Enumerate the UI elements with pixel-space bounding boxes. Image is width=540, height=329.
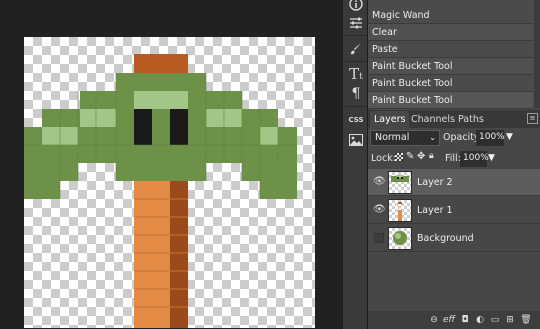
eye-icon[interactable]: 👁︎ [373,205,386,215]
layer-row[interactable]: Background [368,225,540,252]
brush-settings-icon[interactable] [343,37,369,61]
trunk-shade [170,180,188,328]
layer-name[interactable]: Background [417,225,474,252]
paragraph-icon[interactable]: ¶ [343,82,369,106]
history-item[interactable]: Paint Bucket Tool [368,58,533,75]
layer-row[interactable]: 👁︎ Layer 2 [368,169,540,196]
visibility-toggle[interactable] [374,233,384,243]
trash-icon[interactable]: 🗑︎ [520,314,532,326]
leaf-highlight-top [134,91,188,109]
panel-tool-strip: Tt ¶ CSS [342,0,368,329]
layer-thumbnail [388,171,412,194]
tool-separator [345,35,367,36]
leaf-stem-right [260,181,297,199]
layer-thumbnail [388,199,412,222]
eye-icon[interactable]: 👁︎ [373,177,386,187]
palm-tree-pixel-art [24,54,297,328]
right-panels: Magic Wand Clear Paste Paint Bucket Tool… [368,0,540,329]
eye-left [134,109,152,145]
blend-mode-select[interactable]: Normal ⌄ [370,130,440,146]
history-item[interactable]: Magic Wand [368,7,533,24]
panel-menu-icon[interactable]: ≡ [527,113,538,124]
document-canvas[interactable] [24,37,315,328]
layer-thumbnail [388,227,412,250]
image-icon[interactable] [343,128,369,152]
lock-pixels-icon[interactable]: ✎ [406,151,414,162]
tab-channels[interactable]: Channels [407,111,459,128]
tool-separator [345,106,367,107]
history-scrollbar[interactable] [534,0,540,108]
tab-layers[interactable]: Layers [370,111,410,128]
new-group-icon[interactable]: ▭ [489,314,501,326]
lock-fill-row: Lock: ✎ ✥ 🔒︎ Fill: 100% ▼ [368,150,540,170]
leaf-wing-right [242,163,297,181]
opacity-input[interactable]: 100% [476,130,505,146]
layer-name[interactable]: Layer 2 [417,169,453,196]
layer-row[interactable]: 👁︎ Layer 1 [368,197,540,224]
chevron-down-icon: ⌄ [429,133,436,142]
tab-paths[interactable]: Paths [454,111,488,128]
history-item[interactable]: Paste [368,41,533,58]
leaf-crown-top [116,73,206,91]
add-mask-icon[interactable]: ◘ [459,314,471,326]
fill-input[interactable]: 100% [460,151,489,167]
fill-label: Fill: [445,153,461,164]
leaf-bottom-center [116,163,206,181]
fill-dropdown-icon[interactable]: ▼ [488,153,495,163]
lock-label: Lock: [371,153,396,164]
layer-name[interactable]: Layer 1 [417,197,453,224]
history-panel: Magic Wand Clear Paste Paint Bucket Tool… [368,0,540,109]
photo-editor-window: Tt ¶ CSS Magic Wand Clear Paste Paint Bu… [0,0,540,329]
canvas-area[interactable] [0,0,342,329]
adjustment-layer-icon[interactable]: ◐ [474,314,486,326]
leaf-stem-left [24,181,60,199]
lock-transparency-icon[interactable] [395,153,403,161]
layer-effects-icon[interactable]: eff [443,314,455,326]
layers-panel: Layers Channels Paths ≡ Normal ⌄ Opacity… [368,110,540,329]
new-layer-icon[interactable]: ⊞ [504,314,516,326]
eye-right [170,109,188,145]
layers-bottom-toolbar: ⊖ eff ◘ ◐ ▭ ⊞ 🗑︎ [368,311,540,329]
leaf-highlight-left [80,109,116,127]
leaf-crown-mid [42,109,278,127]
blend-opacity-row: Normal ⌄ Opacity: 100% ▼ [368,130,540,150]
lock-position-icon[interactable]: ✥ [417,151,425,162]
layers-tabbar: Layers Channels Paths ≡ [368,110,540,128]
leaf-highlight-far-right [260,127,278,145]
opacity-dropdown-icon[interactable]: ▼ [506,132,513,142]
link-layers-icon[interactable]: ⊖ [428,314,440,326]
history-item[interactable]: Paint Bucket Tool [368,75,533,92]
adjustments-icon[interactable] [343,11,369,35]
blend-mode-value: Normal [375,132,410,143]
trunk-top [134,54,188,74]
lock-all-icon[interactable]: 🔒︎ [429,151,434,161]
history-item[interactable]: Clear [368,24,533,41]
leaf-wing-left [24,163,78,181]
history-item-current[interactable]: Paint Bucket Tool [368,92,533,109]
